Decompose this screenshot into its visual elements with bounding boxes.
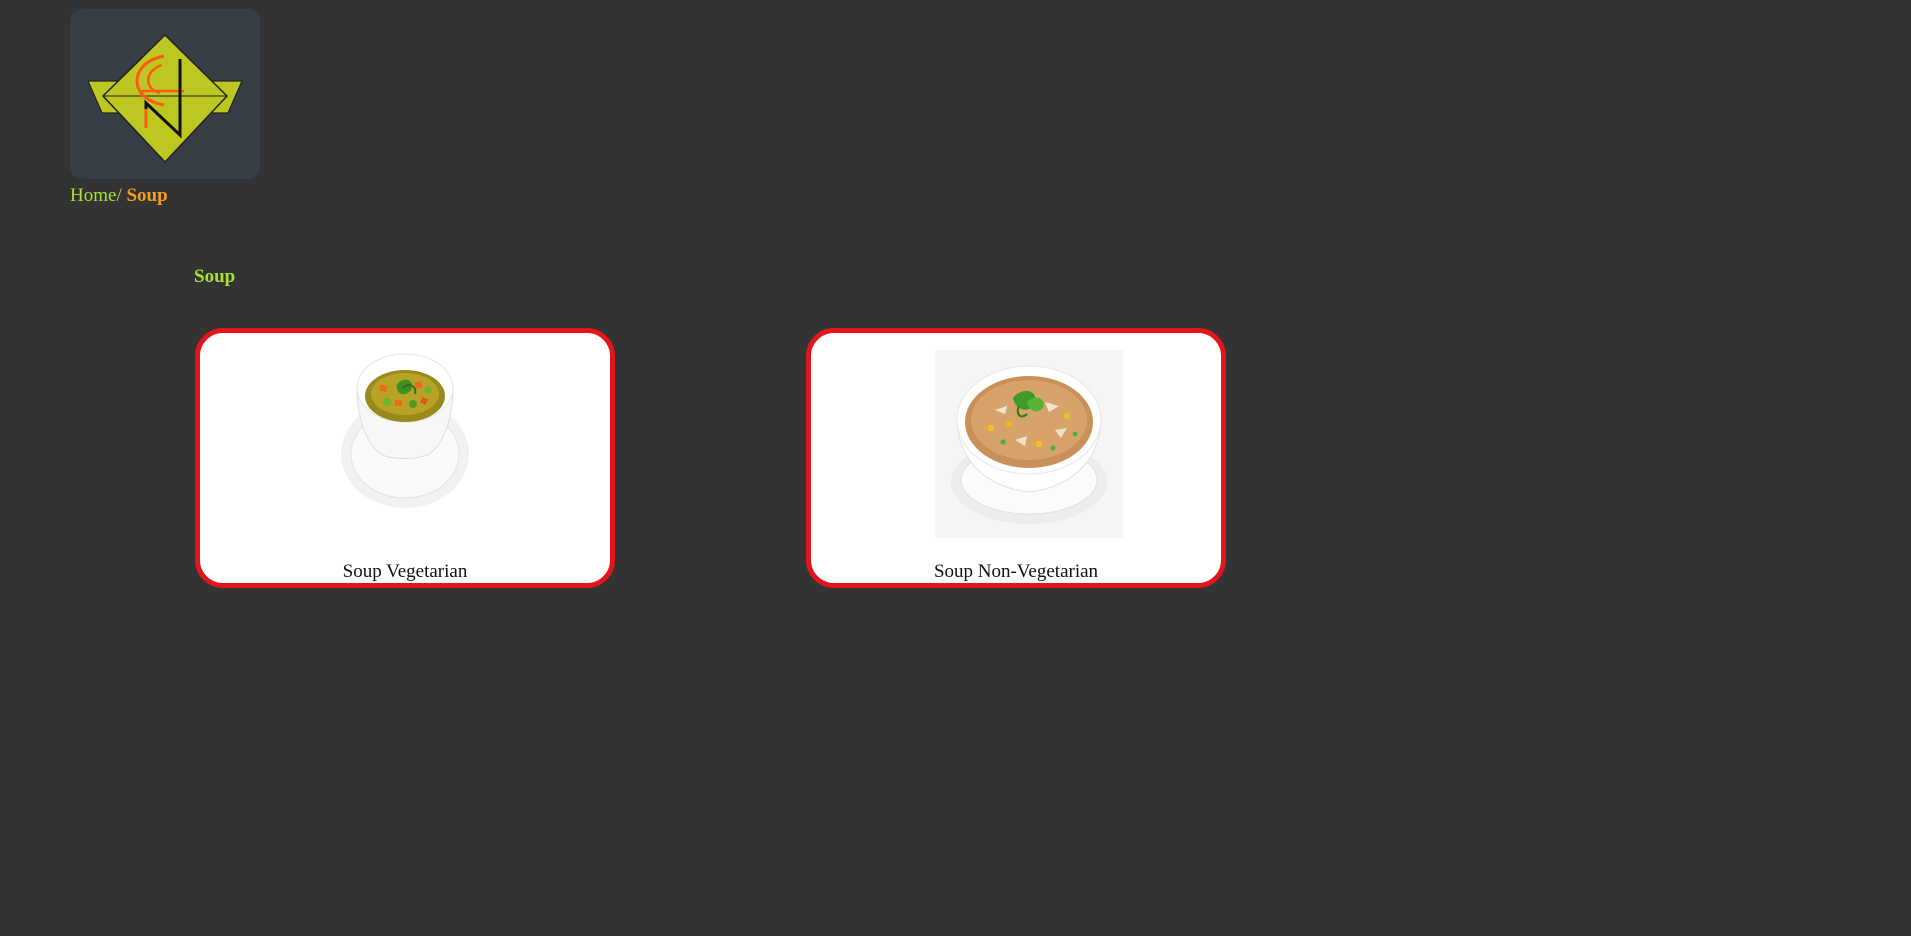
card-label: Soup Vegetarian — [342, 561, 468, 582]
breadcrumb-separator: / — [116, 185, 122, 206]
card-label: Soup Non-Vegetarian — [933, 561, 1099, 582]
breadcrumb-home-link[interactable]: Home — [70, 185, 116, 206]
vegetable-soup-cup-image — [335, 350, 523, 538]
logo-emblem-icon — [87, 33, 243, 164]
breadcrumb: Home/ Soup — [70, 184, 168, 208]
breadcrumb-current: Soup — [126, 185, 168, 206]
soup-vegetarian-card[interactable]: Soup Vegetarian — [195, 328, 615, 588]
soup-nonvegetarian-card[interactable]: Soup Non-Vegetarian — [806, 328, 1226, 588]
section-title: Soup — [194, 266, 236, 287]
site-logo[interactable] — [70, 9, 260, 179]
chicken-corn-soup-bowl-image — [935, 350, 1123, 538]
